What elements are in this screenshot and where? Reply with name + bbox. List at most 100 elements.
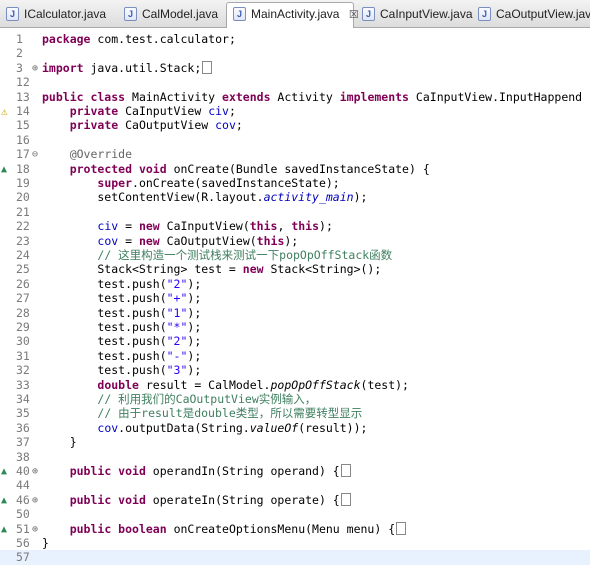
- code-line[interactable]: 2: [0, 46, 590, 61]
- code-text: test.push("1");: [42, 305, 202, 320]
- folded-code-box[interactable]: [340, 464, 351, 477]
- code-line[interactable]: 24 // 这里构造一个测试栈来测试一下popOpOffStack函数: [0, 248, 590, 263]
- override-marker-icon[interactable]: ▲: [1, 493, 7, 508]
- line-gutter: 34: [0, 392, 40, 407]
- code-line[interactable]: 44: [0, 478, 590, 493]
- line-gutter: 22: [0, 219, 40, 234]
- java-file-icon: J: [478, 7, 491, 21]
- line-gutter: ▲ 51 ⊕: [0, 522, 40, 537]
- line-gutter: 3 ⊕: [0, 61, 40, 76]
- line-gutter: 31: [0, 349, 40, 364]
- line-gutter: 35: [0, 406, 40, 421]
- code-text: }: [42, 536, 49, 550]
- warning-icon[interactable]: ⚠: [1, 104, 8, 119]
- code-line[interactable]: 1 package com.test.calculator;: [0, 32, 590, 47]
- line-number: 31: [16, 348, 30, 363]
- line-gutter: 56: [0, 536, 40, 551]
- line-number: 33: [16, 377, 30, 392]
- java-file-icon: J: [362, 7, 375, 21]
- expand-fold-icon[interactable]: ⊕: [32, 464, 38, 479]
- code-text: test.push("2");: [42, 334, 202, 349]
- expand-fold-icon[interactable]: ⊕: [32, 493, 38, 508]
- line-gutter: ▲ 40 ⊕: [0, 464, 40, 479]
- code-line[interactable]: 19 super.onCreate(savedInstanceState);: [0, 176, 590, 191]
- code-text: civ = new CaInputView(this, this);: [97, 219, 333, 234]
- code-line[interactable]: 28 test.push("1");: [0, 306, 590, 321]
- folded-code-box[interactable]: [396, 521, 407, 535]
- code-line[interactable]: 31 test.push("-");: [0, 349, 590, 364]
- code-line[interactable]: 27 test.push("+");: [0, 291, 590, 306]
- line-number: 24: [16, 248, 30, 262]
- code-line[interactable]: 35 // 由于result是double类型，所以需要转型显示: [0, 406, 590, 421]
- code-line[interactable]: 29 test.push("*");: [0, 320, 590, 335]
- code-line[interactable]: 25 Stack<String> test = new Stack<String…: [0, 262, 590, 277]
- java-file-icon: J: [233, 7, 246, 21]
- expand-fold-icon[interactable]: ⊕: [32, 61, 38, 76]
- code-line[interactable]: 38: [0, 450, 590, 465]
- code-line[interactable]: 13 public class MainActivity extends Acti…: [0, 90, 590, 105]
- line-gutter: 27: [0, 291, 40, 306]
- code-line[interactable]: ▲ 51 ⊕ public boolean onCreateOptionsMenu(…: [0, 521, 590, 537]
- line-gutter: 44: [0, 478, 40, 493]
- code-line[interactable]: ⚠ 14 private CaInputView civ;: [0, 104, 590, 119]
- line-number: 28: [16, 305, 30, 320]
- line-gutter: 15: [0, 118, 40, 133]
- line-gutter: 24: [0, 248, 40, 263]
- code-line[interactable]: 33 double result = CalModel.popOpOffStac…: [0, 378, 590, 393]
- tab-caoutputview[interactable]: J CaOutputView.java: [472, 3, 590, 27]
- code-line[interactable]: 3 ⊕ import java.util.Stack;: [0, 60, 590, 76]
- code-text: test.push("3");: [42, 363, 202, 378]
- line-number: 25: [16, 262, 30, 277]
- tab-icalculator[interactable]: J ICalculator.java: [0, 3, 118, 27]
- line-number: 34: [16, 392, 30, 406]
- code-line[interactable]: 12: [0, 75, 590, 90]
- line-number: 27: [16, 291, 30, 306]
- code-line[interactable]: 36 cov.outputData(String.valueOf(result)…: [0, 421, 590, 436]
- code-line[interactable]: 30 test.push("2");: [0, 334, 590, 349]
- folded-code-box[interactable]: [202, 60, 213, 74]
- line-gutter: 50: [0, 507, 40, 522]
- code-line[interactable]: 21: [0, 205, 590, 220]
- code-line[interactable]: 20 setContentView(R.layout.activity_main…: [0, 190, 590, 205]
- code-line[interactable]: 57: [0, 550, 590, 565]
- code-line[interactable]: 32 test.push("3");: [0, 363, 590, 378]
- code-editor[interactable]: 1 package com.test.calculator; 2 3 ⊕ import j…: [0, 28, 590, 565]
- code-line[interactable]: 23 cov = new CaOutputView(this);: [0, 234, 590, 249]
- line-gutter: 36: [0, 421, 40, 436]
- code-line[interactable]: 37 }: [0, 435, 590, 450]
- line-number: 18: [16, 161, 30, 176]
- line-gutter: 23: [0, 234, 40, 249]
- collapse-fold-icon[interactable]: ⊖: [32, 147, 38, 162]
- code-line[interactable]: 22 civ = new CaInputView(this, this);: [0, 219, 590, 234]
- code-line[interactable]: 16: [0, 133, 590, 148]
- override-marker-icon[interactable]: ▲: [1, 464, 7, 479]
- code-line[interactable]: 26 test.push("2");: [0, 277, 590, 292]
- code-text: @Override: [69, 147, 133, 162]
- code-line[interactable]: ▲ 46 ⊕ public void operateIn(String operat…: [0, 492, 590, 508]
- code-line[interactable]: ▲ 18 protected void onCreate(Bundle saved…: [0, 162, 590, 177]
- override-marker-icon[interactable]: ▲: [1, 162, 7, 177]
- tab-cainputview[interactable]: J CaInputView.java: [356, 3, 473, 27]
- line-number: 50: [16, 507, 30, 522]
- line-number: 2: [16, 46, 23, 61]
- expand-fold-icon[interactable]: ⊕: [32, 522, 38, 537]
- code-line[interactable]: 56}: [0, 536, 590, 551]
- code-text: test.push("*");: [42, 320, 202, 334]
- line-gutter: 33: [0, 378, 40, 393]
- code-line[interactable]: 17 ⊖ @Override: [0, 147, 590, 162]
- tab-label: CaInputView.java: [380, 7, 473, 21]
- code-line[interactable]: 15 private CaOutputView cov;: [0, 118, 590, 133]
- line-gutter: 25: [0, 262, 40, 277]
- tab-mainactivity[interactable]: J MainActivity.java ☒: [226, 2, 359, 28]
- code-line[interactable]: ▲ 40 ⊕ public void operandIn(String operan…: [0, 464, 590, 479]
- tab-label: CalModel.java: [142, 7, 219, 21]
- line-number: 30: [16, 334, 30, 349]
- override-marker-icon[interactable]: ▲: [1, 522, 7, 537]
- line-number: 23: [16, 233, 30, 248]
- tab-calmodel[interactable]: J CalModel.java: [118, 3, 224, 27]
- code-line[interactable]: 50: [0, 507, 590, 522]
- line-gutter: 37: [0, 435, 40, 450]
- folded-code-box[interactable]: [340, 492, 351, 506]
- line-gutter: 29: [0, 320, 40, 335]
- code-line[interactable]: 34 // 利用我们的CaOutputView实例输入，: [0, 392, 590, 407]
